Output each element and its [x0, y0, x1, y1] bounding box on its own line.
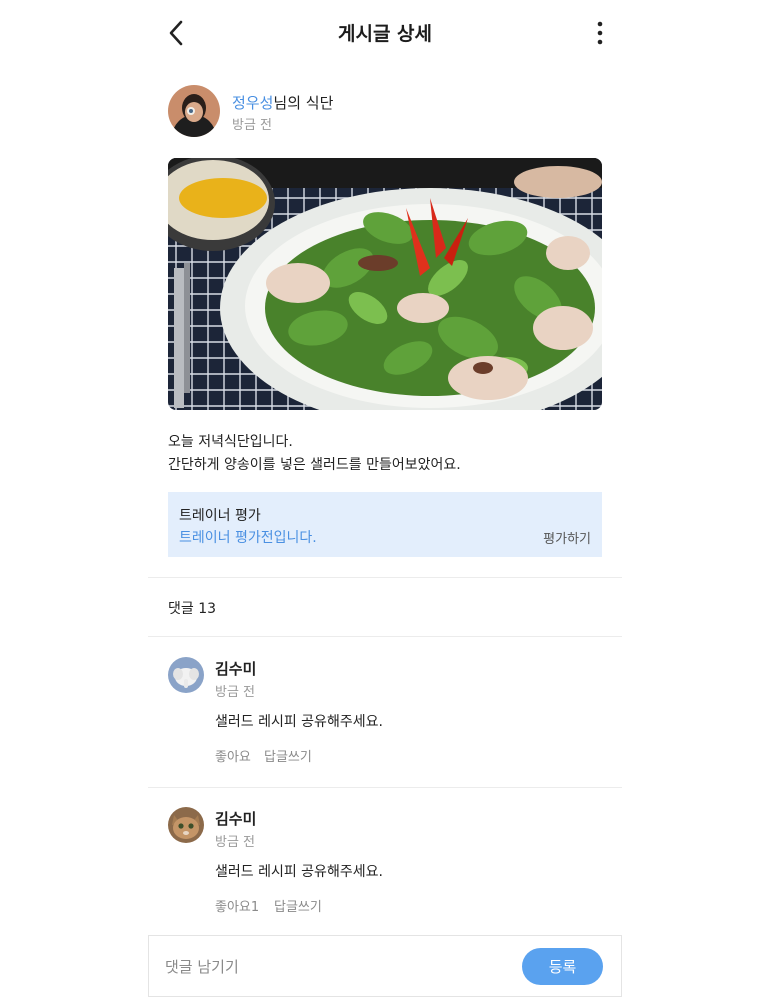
post-body: 오늘 저녁식단입니다. 간단하게 양송이를 넣은 샐러드를 만들어보았어요.	[168, 434, 461, 473]
reply-button[interactable]: 답글쓰기	[264, 746, 312, 765]
commenter-avatar[interactable]	[168, 657, 204, 693]
author-line: 정우성님의 식단	[232, 92, 333, 113]
comment-item: 김수미 방금 전 샐러드 레시피 공유해주세요. 좋아요1 답글쓰기	[148, 787, 622, 937]
comment-input-bar: 등록	[148, 935, 622, 997]
post-time: 방금 전	[232, 118, 273, 133]
trainer-evaluation-box: 트레이너 평가 트레이너 평가전입니다. 평가하기	[168, 492, 602, 557]
elephant-avatar-image	[168, 657, 204, 693]
salad-photo	[168, 158, 602, 410]
post-detail-screen: 게시글 상세 정우성님의 식단 방금 전 오늘 저녁식단입니다. 간단하게 양송…	[148, 0, 622, 997]
like-button[interactable]: 좋아요1	[215, 896, 259, 915]
comment-input[interactable]	[163, 948, 507, 986]
comment-item: 김수미 방금 전 샐러드 레시피 공유해주세요. 좋아요 답글쓰기	[148, 637, 622, 787]
like-button[interactable]: 좋아요	[215, 746, 251, 765]
post-photo[interactable]	[168, 158, 602, 410]
trainer-evaluation-title: 트레이너 평가	[179, 508, 261, 524]
trainer-evaluation-status: 트레이너 평가전입니다.	[179, 530, 317, 546]
page-title: 게시글 상세	[337, 23, 432, 45]
comment-time: 방금 전	[215, 685, 256, 700]
comment-text: 샐러드 레시피 공유해주세요.	[215, 714, 383, 730]
person-avatar-image	[168, 85, 220, 137]
author-suffix: 님의 식단	[273, 94, 334, 112]
comment-text: 샐러드 레시피 공유해주세요.	[215, 864, 383, 880]
commenter-name: 김수미	[215, 660, 257, 678]
cat-avatar-image	[168, 807, 204, 843]
divider	[148, 577, 622, 578]
submit-comment-button[interactable]: 등록	[522, 948, 603, 985]
commenter-avatar[interactable]	[168, 807, 204, 843]
reply-button[interactable]: 답글쓰기	[274, 896, 322, 915]
author-avatar[interactable]	[168, 85, 220, 137]
author-name[interactable]: 정우성	[232, 94, 273, 112]
commenter-name: 김수미	[215, 810, 257, 828]
more-options-button[interactable]	[592, 20, 608, 46]
vertical-ellipsis-icon	[597, 21, 603, 45]
comment-time: 방금 전	[215, 835, 256, 850]
comments-count: 댓글 13	[168, 601, 217, 617]
evaluate-button[interactable]: 평가하기	[543, 528, 591, 547]
